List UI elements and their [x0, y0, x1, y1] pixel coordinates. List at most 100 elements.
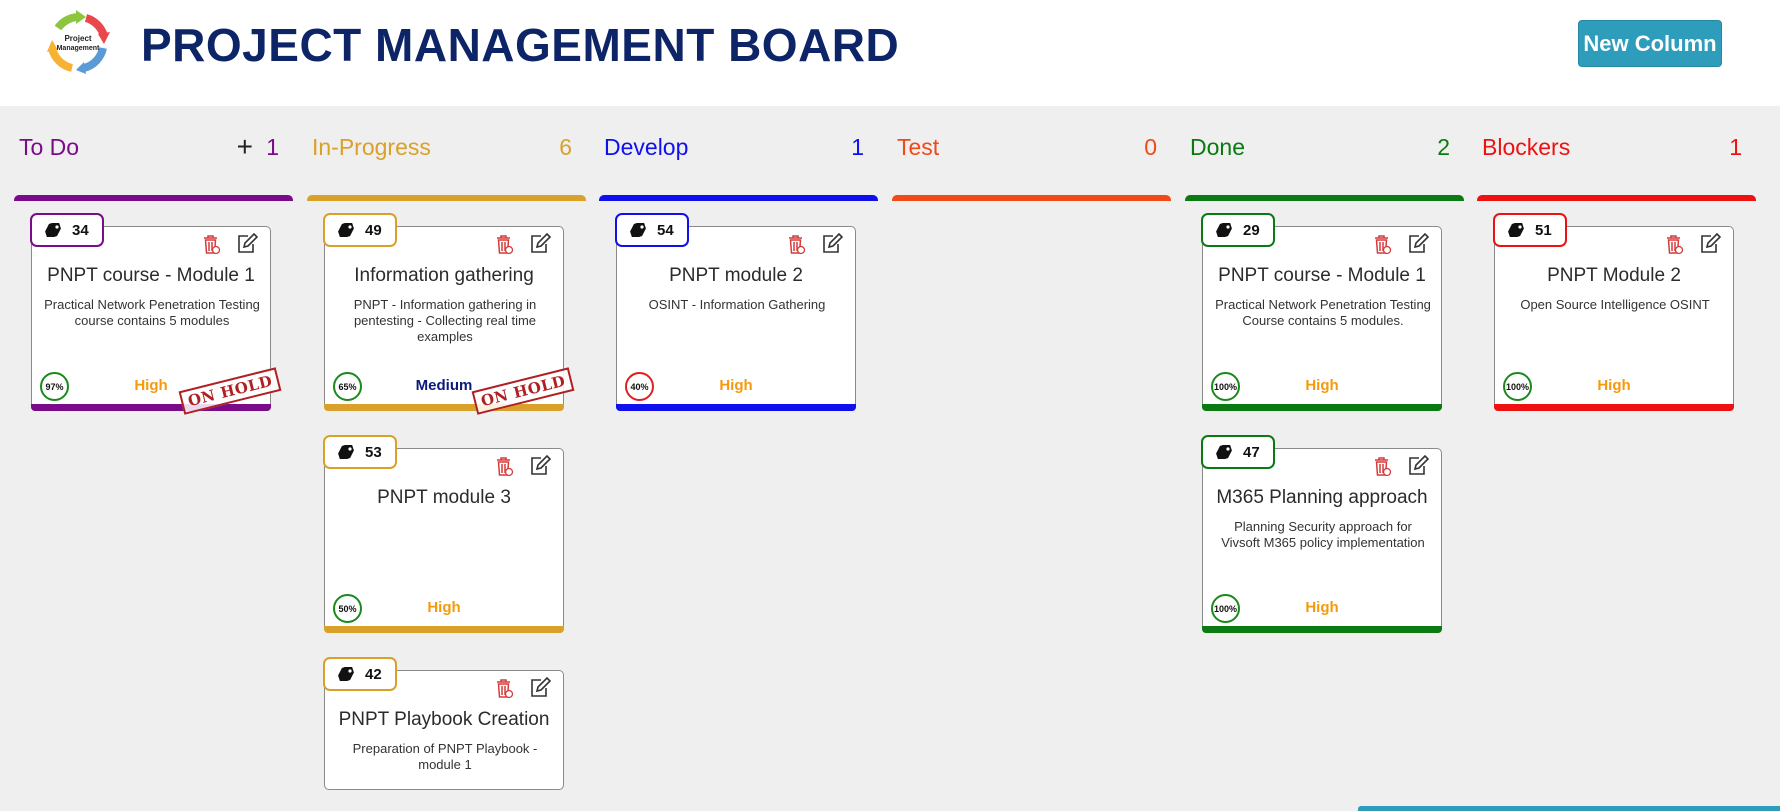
card-title: Information gathering	[354, 265, 534, 286]
card-title: PNPT module 2	[669, 265, 803, 286]
card-color-strip	[324, 404, 564, 411]
delete-icon[interactable]	[200, 233, 222, 255]
tag-icon	[630, 223, 646, 237]
card-description: Practical Network Penetration Testing Co…	[1215, 297, 1431, 328]
column-header: In-Progress 6	[307, 134, 586, 168]
edit-icon[interactable]	[236, 233, 258, 255]
column-color-bar	[14, 195, 293, 201]
edit-icon[interactable]	[529, 677, 551, 699]
card-id-tag: 51	[1493, 213, 1567, 247]
card-description: Planning Security approach for Vivsoft M…	[1221, 519, 1425, 550]
priority-label: High	[1305, 599, 1339, 616]
column-inprogress: In-Progress 6 49 Information gathering PNPT …	[307, 106, 586, 811]
card-title: PNPT Module 2	[1547, 265, 1681, 286]
card-id: 29	[1243, 222, 1260, 239]
column-header: To Do +1	[14, 132, 293, 168]
task-card[interactable]: 29 PNPT course - Module 1 Practical Networ…	[1201, 213, 1442, 411]
column-title: To Do	[19, 134, 80, 160]
card-id: 49	[365, 222, 382, 239]
card-id-tag: 53	[323, 435, 397, 469]
column-title: Blockers	[1482, 134, 1571, 160]
add-card-icon[interactable]: +	[237, 132, 253, 162]
tag-icon	[1216, 445, 1232, 459]
column-todo: To Do +1 34 PNPT course - Module 1 Practical…	[14, 106, 293, 811]
task-card[interactable]: 53 PNPT module 3 50% High	[323, 435, 564, 633]
page-title: PROJECT MANAGEMENT BOARD	[141, 19, 900, 71]
column-develop: Develop 1 54 PNPT module 2 OSINT - Informati…	[599, 106, 878, 811]
card-id-tag: 47	[1201, 435, 1275, 469]
tag-icon	[1508, 223, 1524, 237]
delete-icon[interactable]	[785, 233, 807, 255]
column-header: Develop 1	[599, 134, 878, 168]
svg-text:Management: Management	[57, 45, 100, 52]
new-column-button[interactable]: New Column	[1578, 20, 1722, 67]
task-card[interactable]: 34 PNPT course - Module 1 Practical Networ…	[30, 213, 282, 415]
card-description: PNPT - Information gathering in pentesti…	[353, 297, 537, 344]
card-id-tag: 29	[1201, 213, 1275, 247]
edit-icon[interactable]	[529, 455, 551, 477]
edit-icon[interactable]	[1407, 455, 1429, 477]
card-id-tag: 49	[323, 213, 397, 247]
card-color-strip	[1202, 404, 1442, 411]
card-description: Preparation of PNPT Playbook - module 1	[352, 741, 538, 772]
column-title: Done	[1190, 134, 1245, 160]
task-card[interactable]: 49 Information gathering PNPT - Informatio…	[323, 213, 575, 415]
edit-icon[interactable]	[1407, 233, 1429, 255]
column-done: Done 2 29 PNPT course - Module 1 Practical N…	[1185, 106, 1464, 811]
column-color-bar	[892, 195, 1171, 201]
tag-icon	[1216, 223, 1232, 237]
tag-icon	[45, 223, 61, 237]
card-id: 47	[1243, 444, 1260, 461]
card-title: PNPT module 3	[377, 487, 511, 508]
card-id: 51	[1535, 222, 1552, 239]
delete-icon[interactable]	[493, 677, 515, 699]
card-id-tag: 34	[30, 213, 104, 247]
card-description: OSINT - Information Gathering	[648, 297, 826, 312]
delete-icon[interactable]	[1371, 233, 1393, 255]
card-id-tag: 54	[615, 213, 689, 247]
card-id: 53	[365, 444, 382, 461]
tag-icon	[338, 667, 354, 681]
tag-icon	[338, 445, 354, 459]
card-description: Practical Network Penetration Testing co…	[44, 297, 260, 328]
column-color-bar	[599, 195, 878, 201]
card-title: M365 Planning approach	[1216, 487, 1428, 508]
card-title: PNPT course - Module 1	[1218, 265, 1426, 286]
column-blockers: Blockers 1 51 PNPT Module 2 Open Source Inte…	[1477, 106, 1756, 811]
column-color-bar	[307, 195, 586, 201]
column-count: 1	[851, 134, 864, 160]
delete-icon[interactable]	[493, 455, 515, 477]
task-card[interactable]: 47 M365 Planning approach Planning Securit…	[1201, 435, 1442, 633]
column-test: Test 0	[892, 106, 1171, 811]
card-id: 54	[657, 222, 674, 239]
task-card[interactable]: 51 PNPT Module 2 Open Source Intelligence …	[1493, 213, 1734, 411]
column-color-bar	[1477, 195, 1756, 201]
delete-icon[interactable]	[1371, 455, 1393, 477]
edit-icon[interactable]	[821, 233, 843, 255]
column-header: Blockers 1	[1477, 134, 1756, 168]
edit-icon[interactable]	[1699, 233, 1721, 255]
delete-icon[interactable]	[1663, 233, 1685, 255]
column-count: 1	[266, 134, 279, 160]
column-color-bar	[1185, 195, 1464, 201]
horizontal-scrollbar[interactable]	[1358, 806, 1780, 811]
task-card[interactable]: 42 PNPT Playbook Creation Preparation of P…	[323, 657, 564, 790]
task-card[interactable]: 54 PNPT module 2 OSINT - Information Gathe…	[615, 213, 856, 411]
priority-label: High	[1305, 377, 1339, 394]
card-description: Open Source Intelligence OSINT	[1520, 297, 1710, 312]
card-id: 42	[365, 666, 382, 683]
column-count: 6	[559, 134, 572, 160]
delete-icon[interactable]	[493, 233, 515, 255]
column-header: Done 2	[1185, 134, 1464, 168]
board: To Do +1 34 PNPT course - Module 1 Practical…	[0, 106, 1780, 811]
column-count: 2	[1437, 134, 1450, 160]
header: Project Management PROJECT MANAGEMENT BO…	[0, 0, 1780, 106]
column-title: Test	[897, 134, 940, 160]
card-title: PNPT course - Module 1	[47, 265, 255, 286]
column-count: 0	[1144, 134, 1157, 160]
card-id-tag: 42	[323, 657, 397, 691]
column-title: Develop	[604, 134, 689, 160]
column-header: Test 0	[892, 134, 1171, 168]
edit-icon[interactable]	[529, 233, 551, 255]
card-title: PNPT Playbook Creation	[338, 709, 550, 730]
